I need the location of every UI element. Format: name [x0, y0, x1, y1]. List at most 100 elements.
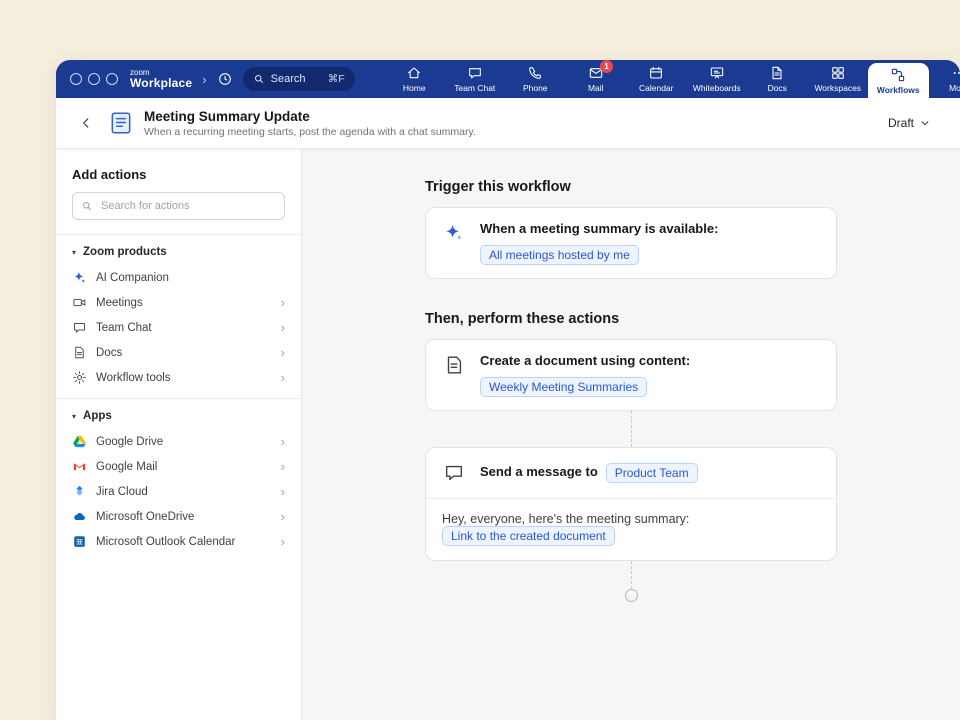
- nav-item-docs[interactable]: Docs: [747, 60, 808, 98]
- create-document-card[interactable]: Create a document using content: Weekly …: [425, 339, 837, 411]
- trigger-heading: Trigger this workflow: [425, 179, 960, 195]
- window-controls[interactable]: [70, 73, 118, 85]
- sidebar-divider: [56, 234, 301, 235]
- sidebar-item-google-drive[interactable]: Google Drive ›: [56, 429, 301, 454]
- document-icon: [442, 353, 466, 377]
- google-drive-icon: [72, 434, 87, 449]
- top-navbar: zoom Workplace › Search ⌘F Home Team Cha…: [56, 60, 960, 98]
- nav-item-calendar[interactable]: Calendar: [626, 60, 687, 98]
- nav-item-home[interactable]: Home: [384, 60, 445, 98]
- nav-item-team-chat[interactable]: Team Chat: [445, 60, 506, 98]
- nav-item-whiteboards[interactable]: Whiteboards: [687, 60, 748, 98]
- global-search[interactable]: Search ⌘F: [243, 67, 355, 91]
- workflow-titles: Meeting Summary Update When a recurring …: [144, 109, 476, 138]
- actions-search[interactable]: [72, 192, 285, 220]
- nav-item-workspaces[interactable]: Workspaces: [808, 60, 869, 98]
- collapse-chevron-icon[interactable]: ›: [202, 72, 206, 87]
- workflow-title: Meeting Summary Update: [144, 109, 476, 124]
- chevron-right-icon: ›: [281, 485, 285, 498]
- nav-item-workflows[interactable]: Workflows: [868, 63, 929, 98]
- actions-heading: Then, perform these actions: [425, 311, 960, 327]
- phone-icon: [527, 65, 543, 81]
- window-control-close[interactable]: [70, 73, 82, 85]
- add-actions-sidebar: Add actions ▾ Zoom products AI Companion: [56, 149, 302, 720]
- workflow-connector: [425, 561, 837, 589]
- message-body-text: Hey, everyone, here's the meeting summar…: [442, 512, 820, 526]
- trigger-text: When a meeting summary is available:: [480, 221, 718, 238]
- more-icon: [951, 65, 960, 81]
- mail-unread-badge: 1: [600, 60, 613, 73]
- app-window: zoom Workplace › Search ⌘F Home Team Cha…: [56, 60, 960, 720]
- window-control-minimize[interactable]: [88, 73, 100, 85]
- ai-sparkle-icon: [442, 221, 466, 245]
- nav-item-mail[interactable]: 1 Mail: [566, 60, 627, 98]
- chevron-right-icon: ›: [281, 535, 285, 548]
- workspaces-icon: [830, 65, 846, 81]
- create-document-text: Create a document using content:: [480, 353, 690, 370]
- gear-icon: [72, 370, 87, 385]
- sidebar-item-microsoft-onedrive[interactable]: Microsoft OneDrive ›: [56, 504, 301, 529]
- docs-icon: [769, 65, 785, 81]
- chevron-right-icon: ›: [281, 346, 285, 359]
- search-icon: [81, 200, 93, 212]
- workflow-canvas: Trigger this workflow When a meeting sum…: [302, 149, 960, 720]
- message-bubble-icon: [442, 461, 466, 485]
- caret-down-icon: ▾: [72, 248, 76, 257]
- message-recipient-chip[interactable]: Product Team: [606, 463, 698, 483]
- chevron-right-icon: ›: [281, 321, 285, 334]
- trigger-card[interactable]: When a meeting summary is available: All…: [425, 207, 837, 279]
- workflow-subtitle: When a recurring meeting starts, post th…: [144, 126, 476, 138]
- ai-sparkle-icon: [72, 270, 87, 285]
- section-apps[interactable]: ▾ Apps: [56, 403, 301, 429]
- status-dropdown[interactable]: Draft: [880, 111, 938, 135]
- sidebar-item-workflow-tools[interactable]: Workflow tools ›: [56, 365, 301, 390]
- chevron-right-icon: ›: [281, 435, 285, 448]
- sidebar-item-docs[interactable]: Docs ›: [56, 340, 301, 365]
- window-control-maximize[interactable]: [106, 73, 118, 85]
- history-icon[interactable]: [215, 69, 235, 89]
- team-chat-icon: [467, 65, 483, 81]
- section-zoom-products[interactable]: ▾ Zoom products: [56, 239, 301, 265]
- video-camera-icon: [72, 295, 87, 310]
- document-icon: [72, 345, 87, 360]
- trigger-scope-chip[interactable]: All meetings hosted by me: [480, 245, 639, 265]
- send-message-card[interactable]: Send a message to Product Team Hey, ever…: [425, 447, 837, 561]
- back-button[interactable]: [74, 111, 98, 135]
- nav-item-more[interactable]: More: [929, 60, 960, 98]
- workflow-end: [425, 589, 837, 602]
- sidebar-item-team-chat[interactable]: Team Chat ›: [56, 315, 301, 340]
- sidebar-item-jira-cloud[interactable]: Jira Cloud ›: [56, 479, 301, 504]
- chevron-right-icon: ›: [281, 510, 285, 523]
- app-body: Add actions ▾ Zoom products AI Companion: [56, 149, 960, 720]
- sidebar-item-ai-companion[interactable]: AI Companion: [56, 265, 301, 290]
- gmail-icon: [72, 459, 87, 474]
- caret-down-icon: ▾: [72, 412, 76, 421]
- chevron-down-icon: [920, 118, 930, 128]
- sidebar-item-microsoft-outlook-calendar[interactable]: Microsoft Outlook Calendar ›: [56, 529, 301, 554]
- status-label: Draft: [888, 116, 914, 130]
- document-content-chip[interactable]: Weekly Meeting Summaries: [480, 377, 647, 397]
- workflow-header: Meeting Summary Update When a recurring …: [56, 98, 960, 149]
- navbar-left: zoom Workplace › Search ⌘F: [56, 60, 356, 98]
- search-icon: [253, 73, 265, 85]
- chat-bubble-icon: [72, 320, 87, 335]
- actions-search-input[interactable]: [99, 199, 276, 213]
- end-node-circle[interactable]: [625, 589, 638, 602]
- navbar-tabs: Home Team Chat Phone 1 Mail Calendar: [384, 60, 960, 98]
- nav-item-phone[interactable]: Phone: [505, 60, 566, 98]
- sidebar-item-google-mail[interactable]: Google Mail ›: [56, 454, 301, 479]
- calendar-icon: [648, 65, 664, 81]
- chevron-right-icon: ›: [281, 460, 285, 473]
- search-label: Search: [271, 73, 306, 85]
- chevron-right-icon: ›: [281, 371, 285, 384]
- workflow-thumbnail-icon: [108, 110, 134, 136]
- jira-icon: [72, 484, 87, 499]
- search-shortcut: ⌘F: [328, 73, 345, 85]
- workflows-icon: [890, 67, 906, 83]
- back-chevron-icon: [79, 116, 93, 130]
- outlook-calendar-icon: [72, 534, 87, 549]
- sidebar-item-meetings[interactable]: Meetings ›: [56, 290, 301, 315]
- whiteboards-icon: [709, 65, 725, 81]
- message-link-chip[interactable]: Link to the created document: [442, 526, 615, 546]
- onedrive-icon: [72, 509, 87, 524]
